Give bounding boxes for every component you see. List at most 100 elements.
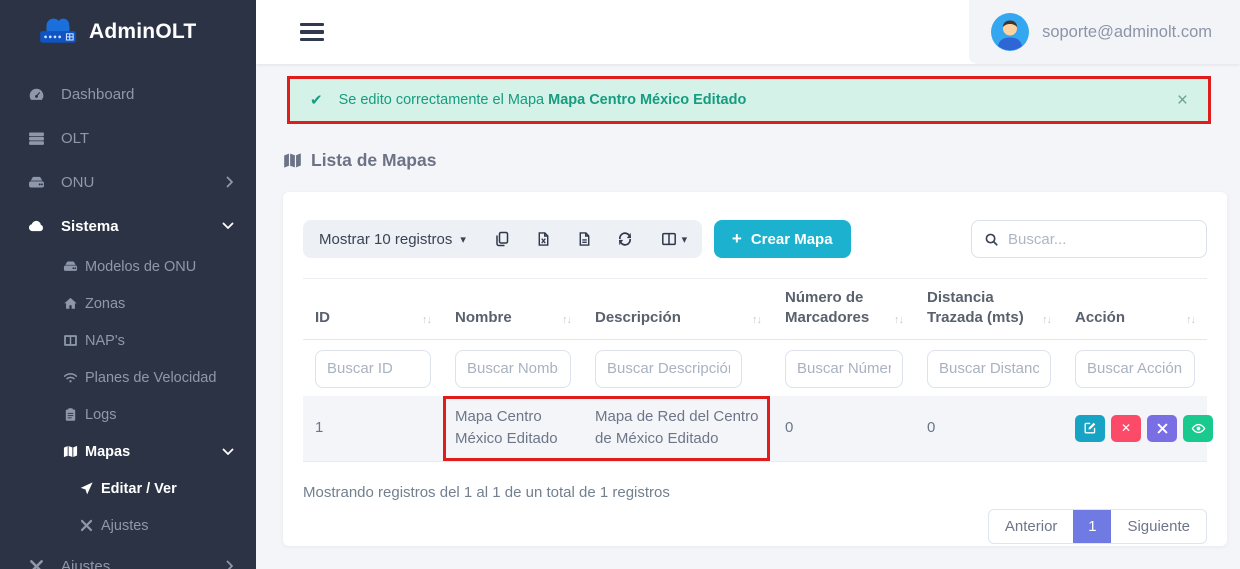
- annotation-box-alert: ✔ Se edito correctamente el Mapa Mapa Ce…: [287, 76, 1211, 124]
- cell-actions: ✕: [1063, 415, 1213, 442]
- column-header-marcadores[interactable]: Número de Marcadores↑↓: [773, 288, 915, 329]
- caret-down-icon: ▾: [460, 233, 466, 246]
- settings-button[interactable]: [1147, 415, 1177, 442]
- topbar: soporte@adminolt.com: [256, 0, 1240, 64]
- sidebar-item-modelos-de-onu[interactable]: Modelos de ONU: [0, 248, 256, 285]
- sidebar-item-zonas[interactable]: Zonas: [0, 285, 256, 322]
- file-excel-icon: [536, 231, 551, 247]
- create-map-button[interactable]: + Crear Mapa: [714, 220, 851, 258]
- column-header-distancia[interactable]: Distancia Trazada (mts)↑↓: [915, 288, 1063, 329]
- sidebar-item-sistema[interactable]: Sistema: [0, 204, 256, 248]
- page-title: Lista de Mapas: [283, 150, 1227, 171]
- hdd-icon: [26, 174, 46, 191]
- chevron-down-icon: [222, 448, 234, 456]
- pagination-next[interactable]: Siguiente: [1111, 510, 1206, 543]
- main-area: soporte@adminolt.com ✔ Se edito correcta…: [256, 0, 1240, 569]
- table-toolbar: Mostrar 10 registros ▾: [303, 220, 1207, 258]
- sidebar-item-onu[interactable]: ONU: [0, 160, 256, 204]
- column-visibility-button[interactable]: ▾: [646, 220, 702, 258]
- hamburger-menu-icon[interactable]: [300, 23, 324, 41]
- sidebar-item-label: Sistema: [61, 218, 119, 235]
- tools-icon: [26, 558, 46, 569]
- sort-icon[interactable]: ↑↓: [894, 313, 903, 329]
- file-export-button[interactable]: [564, 220, 605, 258]
- sort-icon[interactable]: ↑↓: [422, 313, 431, 329]
- sidebar-item-label: Mapas: [85, 444, 130, 460]
- column-label: ID: [315, 308, 330, 328]
- column-label: Descripción: [595, 308, 681, 328]
- tools-icon: [78, 518, 94, 533]
- sidebar-nav: Dashboard OLT ONU Sistema: [0, 64, 256, 569]
- filter-input-marcadores[interactable]: [785, 350, 903, 388]
- sort-icon[interactable]: ↑↓: [1186, 313, 1195, 329]
- brand-name: AdminOLT: [89, 20, 196, 44]
- create-map-label: Crear Mapa: [751, 231, 833, 248]
- table-search: [971, 220, 1207, 258]
- sidebar-item-label: Dashboard: [61, 86, 134, 103]
- maps-card: Mostrar 10 registros ▾: [283, 192, 1227, 546]
- file-icon: [577, 231, 592, 247]
- pagination-row: Anterior 1 Siguiente: [303, 509, 1207, 544]
- user-email: soporte@adminolt.com: [1042, 23, 1212, 42]
- copy-button[interactable]: [482, 220, 523, 258]
- user-menu[interactable]: soporte@adminolt.com: [969, 0, 1240, 64]
- refresh-button[interactable]: [605, 220, 646, 258]
- sidebar-item-dashboard[interactable]: Dashboard: [0, 72, 256, 116]
- pagination: Anterior 1 Siguiente: [988, 509, 1207, 544]
- sidebar-item-planes-de-velocidad[interactable]: Planes de Velocidad: [0, 359, 256, 396]
- sidebar-item-naps[interactable]: NAP's: [0, 322, 256, 359]
- sidebar-item-olt[interactable]: OLT: [0, 116, 256, 160]
- sidebar-item-label: NAP's: [85, 333, 125, 349]
- sidebar-item-logs[interactable]: Logs: [0, 396, 256, 433]
- view-button[interactable]: [1183, 415, 1213, 442]
- sort-icon[interactable]: ↑↓: [1042, 313, 1051, 329]
- chevron-right-icon: [226, 176, 234, 188]
- filter-input-descripcion[interactable]: [595, 350, 742, 388]
- map-icon: [283, 151, 302, 170]
- close-icon[interactable]: ×: [1177, 91, 1188, 110]
- search-input[interactable]: [1008, 231, 1194, 248]
- server-icon: [26, 130, 46, 147]
- hdd-icon: [62, 259, 78, 274]
- pagination-page-1[interactable]: 1: [1073, 510, 1111, 543]
- cell-nombre: Mapa Centro México Editado: [443, 406, 583, 450]
- sidebar-item-mapas-ajustes[interactable]: Ajustes: [0, 507, 256, 544]
- column-header-descripcion[interactable]: Descripción ↑↓: [583, 308, 773, 328]
- sidebar-item-ajustes[interactable]: Ajustes: [0, 544, 256, 569]
- excel-export-button[interactable]: [523, 220, 564, 258]
- content: ✔ Se edito correctamente el Mapa Mapa Ce…: [256, 64, 1240, 569]
- alert-highlight: Mapa Centro México Editado: [548, 92, 746, 108]
- column-label: Acción: [1075, 308, 1125, 328]
- success-alert: ✔ Se edito correctamente el Mapa Mapa Ce…: [290, 79, 1208, 121]
- filter-input-nombre[interactable]: [455, 350, 571, 388]
- map-icon: [62, 444, 78, 459]
- sort-icon[interactable]: ↑↓: [752, 313, 761, 329]
- sort-icon[interactable]: ↑↓: [562, 313, 571, 329]
- show-entries-dropdown[interactable]: Mostrar 10 registros ▾: [303, 231, 482, 248]
- table-row: 1 Mapa Centro México Editado Mapa de Red…: [303, 396, 1207, 462]
- cell-descripcion: Mapa de Red del Centro de México Editado: [583, 406, 773, 450]
- filter-input-distancia[interactable]: [927, 350, 1051, 388]
- sidebar-item-mapas[interactable]: Mapas: [0, 433, 256, 470]
- sidebar-item-editar-ver[interactable]: Editar / Ver: [0, 470, 256, 507]
- cell-marcadores: 0: [773, 417, 915, 439]
- wifi-icon: [62, 370, 78, 385]
- column-header-nombre[interactable]: Nombre↑↓: [443, 308, 583, 328]
- sidebar-item-label: Planes de Velocidad: [85, 370, 216, 386]
- tools-icon: [1156, 422, 1169, 435]
- filter-input-accion[interactable]: [1075, 350, 1195, 388]
- pagination-previous[interactable]: Anterior: [989, 510, 1074, 543]
- column-header-id[interactable]: ID ↑↓: [303, 308, 443, 328]
- delete-button[interactable]: ✕: [1111, 415, 1141, 442]
- sidebar-item-label: Ajustes: [61, 558, 110, 569]
- column-header-accion[interactable]: Acción ↑↓: [1063, 308, 1207, 328]
- clipboard-icon: [62, 407, 78, 422]
- edit-button[interactable]: [1075, 415, 1105, 442]
- brand[interactable]: AdminOLT: [0, 0, 256, 64]
- sidebar-item-label: Logs: [85, 407, 116, 423]
- filter-input-id[interactable]: [315, 350, 431, 388]
- adminolt-logo-icon: [34, 14, 82, 50]
- column-label: Distancia Trazada (mts): [927, 288, 1038, 329]
- columns-icon: [62, 333, 78, 348]
- table-filter-row: [303, 350, 1207, 388]
